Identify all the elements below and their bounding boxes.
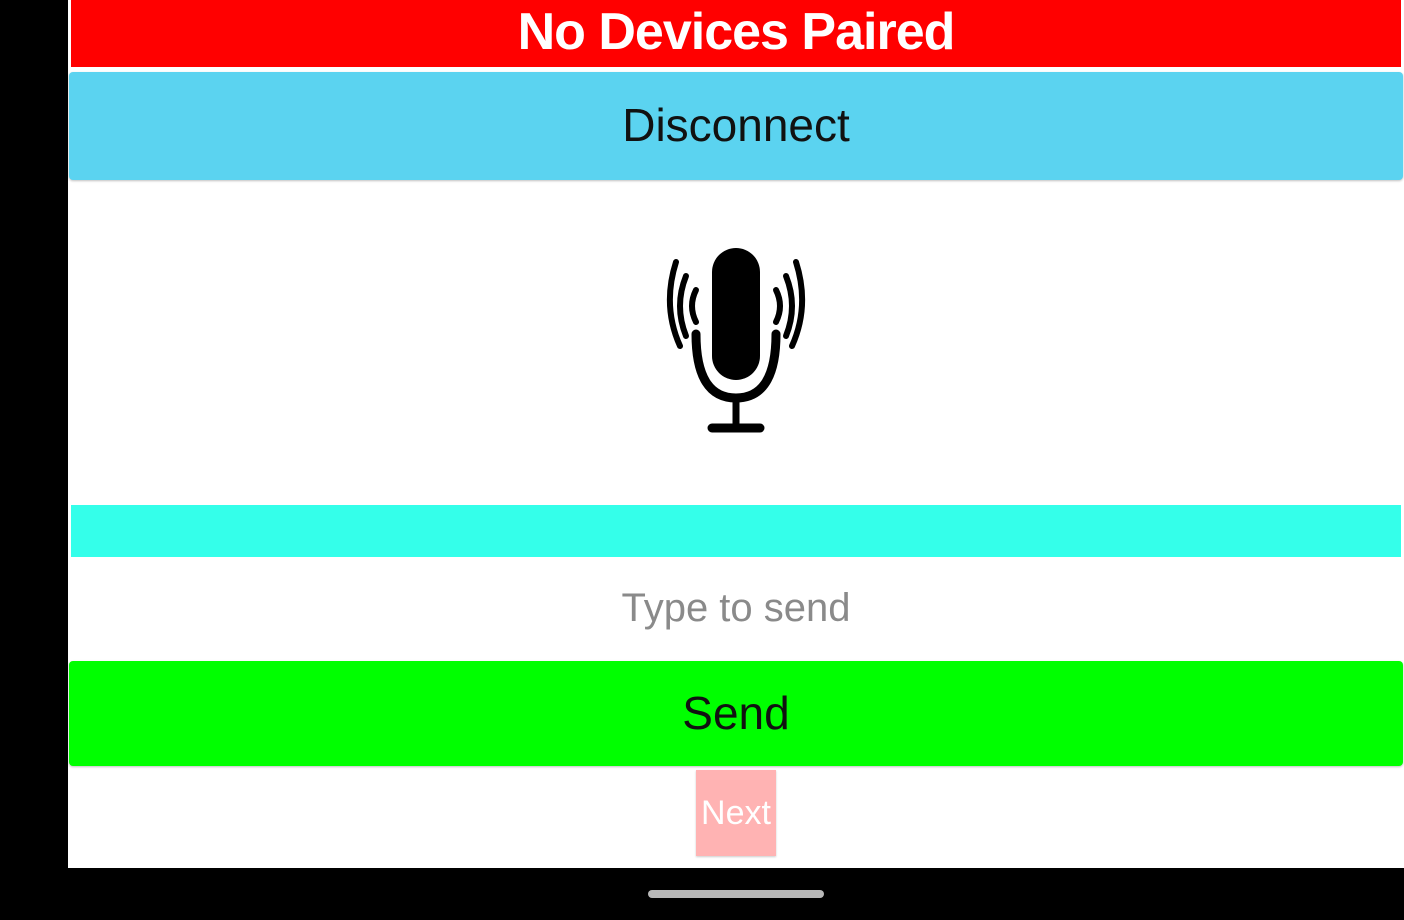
home-indicator[interactable] [648, 890, 824, 898]
mic-capsule [712, 248, 760, 380]
left-wave-inner [689, 287, 699, 325]
right-wave-middle [783, 273, 795, 339]
app-screen: No Devices Paired Disconnect Send Next [68, 0, 1404, 868]
message-input[interactable] [71, 566, 1401, 650]
microphone-broadcast-icon [666, 248, 806, 433]
left-wave-middle [677, 273, 689, 339]
right-wave-inner [773, 287, 783, 325]
pairing-status-banner: No Devices Paired [71, 0, 1401, 67]
received-message-bar [71, 505, 1401, 557]
microphone-button[interactable] [666, 242, 806, 438]
send-button[interactable]: Send [69, 661, 1403, 766]
next-button[interactable]: Next [696, 770, 776, 856]
disconnect-button[interactable]: Disconnect [69, 72, 1403, 180]
